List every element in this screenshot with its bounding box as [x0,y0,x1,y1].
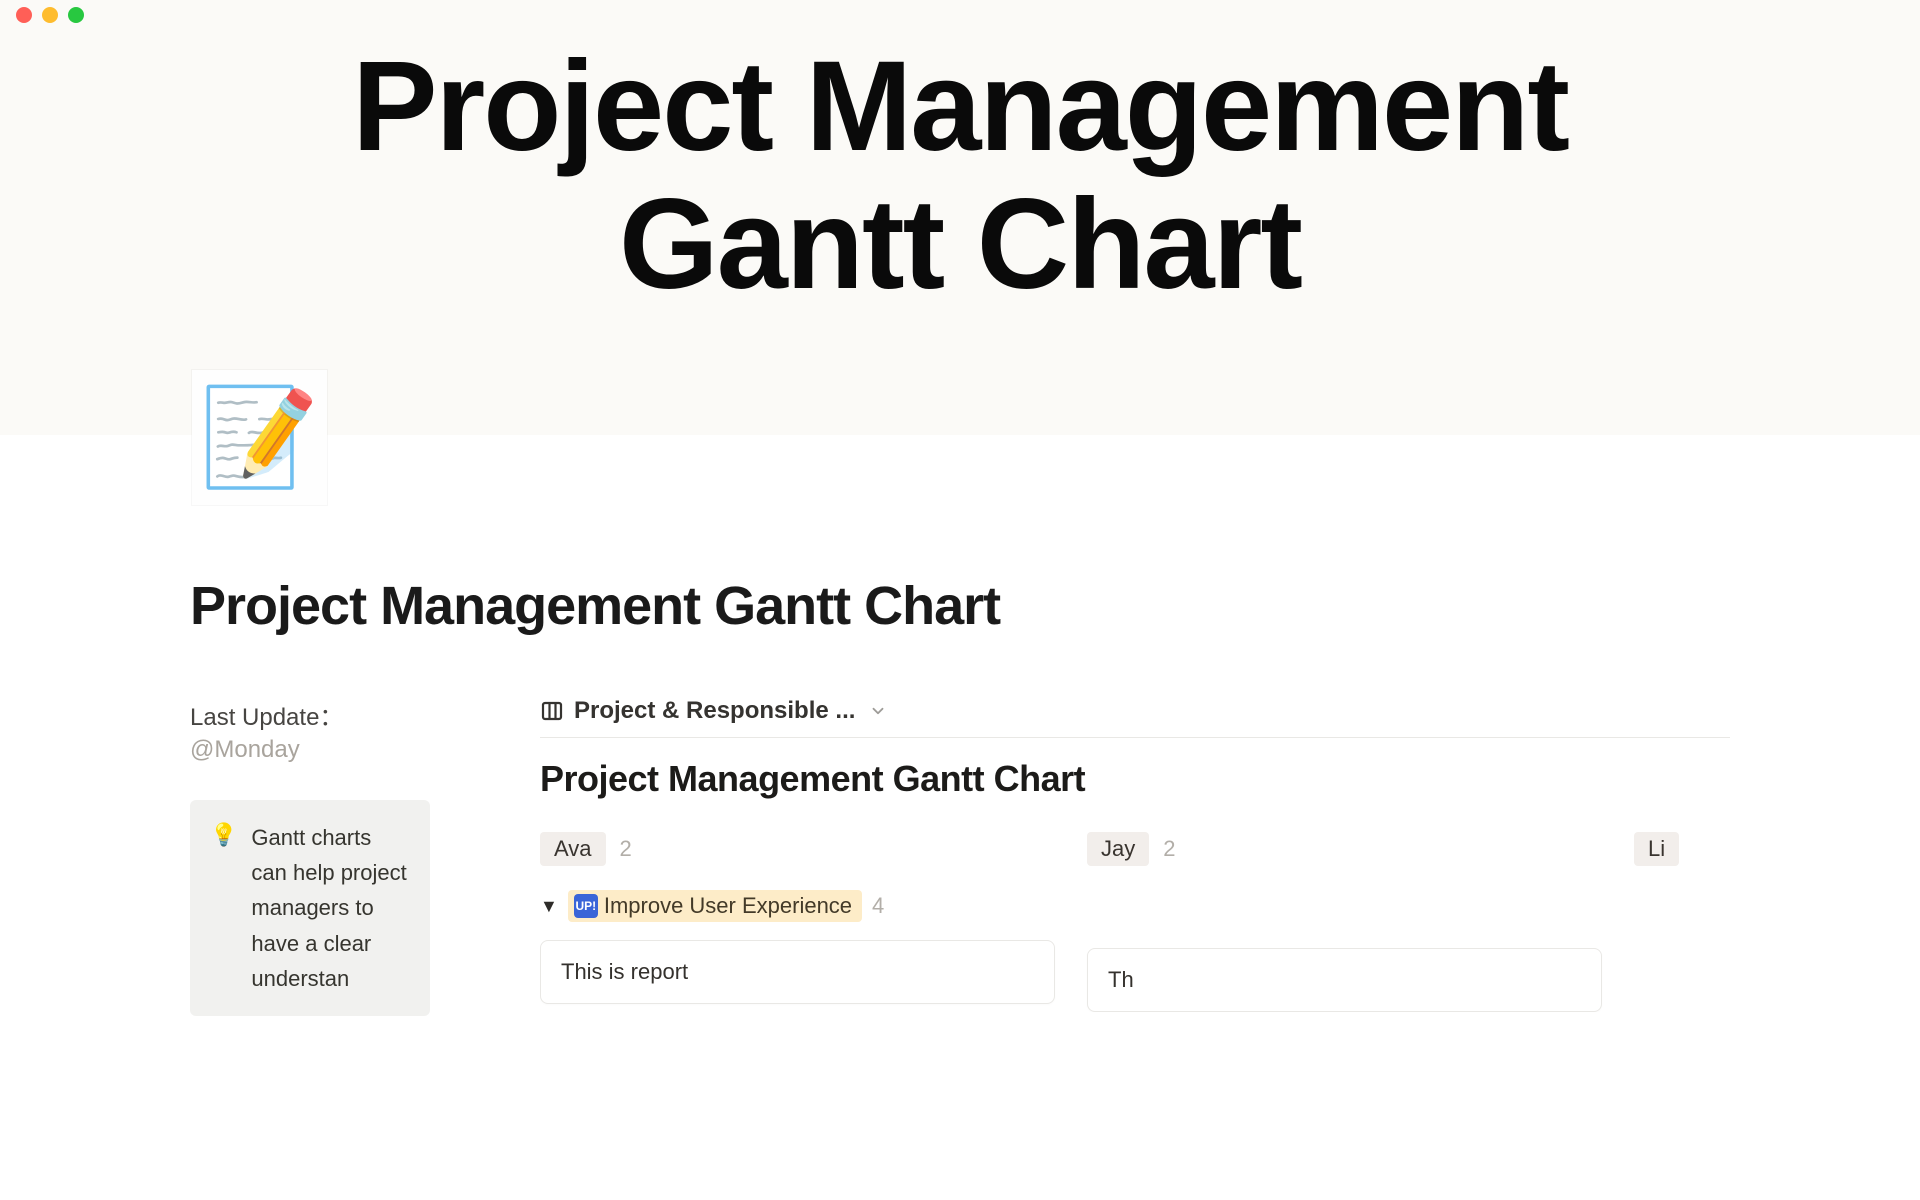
close-window-button[interactable] [16,7,32,23]
subgroup-name: Improve User Experience [604,893,852,919]
last-update-label: Last Update： [190,697,430,732]
window-titlebar [0,0,1920,30]
minimize-window-button[interactable] [42,7,58,23]
subgroup-pill: UP! Improve User Experience [568,890,862,922]
group-count: 2 [620,836,632,862]
last-update-value[interactable]: @Monday [190,736,430,764]
group-count: 2 [1163,836,1175,862]
hero-title-line1: Project Management [40,38,1880,176]
card-title: This is report [561,959,688,984]
board-card[interactable]: This is report [540,940,1055,1004]
card-title: Th [1108,967,1134,992]
page-title[interactable]: Project Management Gantt Chart [190,575,1730,637]
board-groups-row: Ava 2 ▼ UP! Improve User Experience 4 Th… [540,832,1730,1012]
view-name: Project & Responsible ... [574,697,855,725]
group-header[interactable]: Ava 2 [540,832,1055,866]
info-callout: 💡 Gantt charts can help project managers… [190,800,430,1016]
toggle-triangle-icon[interactable]: ▼ [540,896,558,917]
page-icon[interactable]: 📝 [192,370,327,505]
board-view-icon [540,699,564,723]
up-badge-icon: UP! [574,894,598,918]
subgroup-header[interactable]: ▼ UP! Improve User Experience 4 [540,890,1055,922]
lightbulb-icon: 💡 [210,820,237,996]
group-tag: Li [1634,832,1679,866]
database-title[interactable]: Project Management Gantt Chart [540,758,1730,800]
board-group-column: Li [1634,832,1730,1012]
view-switcher[interactable]: Project & Responsible ... [540,697,1730,738]
subgroup-count: 4 [872,893,884,919]
chevron-down-icon [869,702,887,720]
group-tag: Jay [1087,832,1149,866]
callout-text[interactable]: Gantt charts can help project managers t… [251,820,410,996]
group-header[interactable]: Jay 2 [1087,832,1602,866]
board-group-column: Jay 2 Th [1087,832,1602,1012]
board-group-column: Ava 2 ▼ UP! Improve User Experience 4 Th… [540,832,1055,1012]
group-header[interactable]: Li [1634,832,1730,866]
sidebar-column: Last Update： @Monday 💡 Gantt charts can … [190,697,430,1016]
hero-title-line2: Gantt Chart [40,176,1880,314]
board-card[interactable]: Th [1087,948,1602,1012]
maximize-window-button[interactable] [68,7,84,23]
hero-banner: Project Management Gantt Chart 📝 [0,30,1920,435]
main-column: Project & Responsible ... Project Manage… [540,697,1730,1016]
page-content: Project Management Gantt Chart Last Upda… [0,435,1920,1016]
group-tag: Ava [540,832,606,866]
